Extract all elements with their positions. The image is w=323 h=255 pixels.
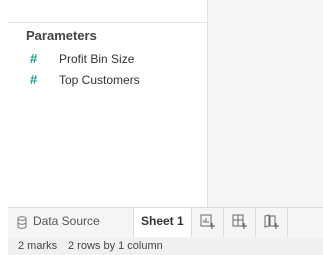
parameter-item-top-customers[interactable]: # Top Customers xyxy=(8,70,207,90)
view-canvas[interactable] xyxy=(208,0,323,207)
new-worksheet-button[interactable] xyxy=(192,208,224,237)
sheet-tab-label: Sheet 1 xyxy=(141,214,184,228)
parameters-header: Parameters xyxy=(26,28,97,43)
database-icon xyxy=(17,216,27,229)
hash-icon: # xyxy=(30,72,38,87)
previous-section xyxy=(8,0,207,23)
status-bar: 2 marks 2 rows by 1 column xyxy=(8,238,323,255)
new-story-icon xyxy=(264,214,279,229)
tab-sheet-1[interactable]: Sheet 1 xyxy=(134,208,192,237)
parameter-item-profit-bin-size[interactable]: # Profit Bin Size xyxy=(8,49,207,69)
marks-count: 2 marks xyxy=(18,240,58,252)
parameter-label: Profit Bin Size xyxy=(59,52,135,66)
parameter-label: Top Customers xyxy=(59,73,140,87)
data-pane: Parameters # Profit Bin Size # Top Custo… xyxy=(8,0,208,207)
data-source-label: Data Source xyxy=(33,214,100,228)
sheet-tab-bar: Data Source Sheet 1 xyxy=(8,207,323,238)
new-dashboard-icon xyxy=(232,214,247,229)
hash-icon: # xyxy=(30,51,38,66)
tab-data-source[interactable]: Data Source xyxy=(8,208,134,237)
new-worksheet-icon xyxy=(200,214,215,229)
new-dashboard-button[interactable] xyxy=(224,208,256,237)
rows-columns-count: 2 rows by 1 column xyxy=(68,240,163,252)
new-story-button[interactable] xyxy=(256,208,288,237)
